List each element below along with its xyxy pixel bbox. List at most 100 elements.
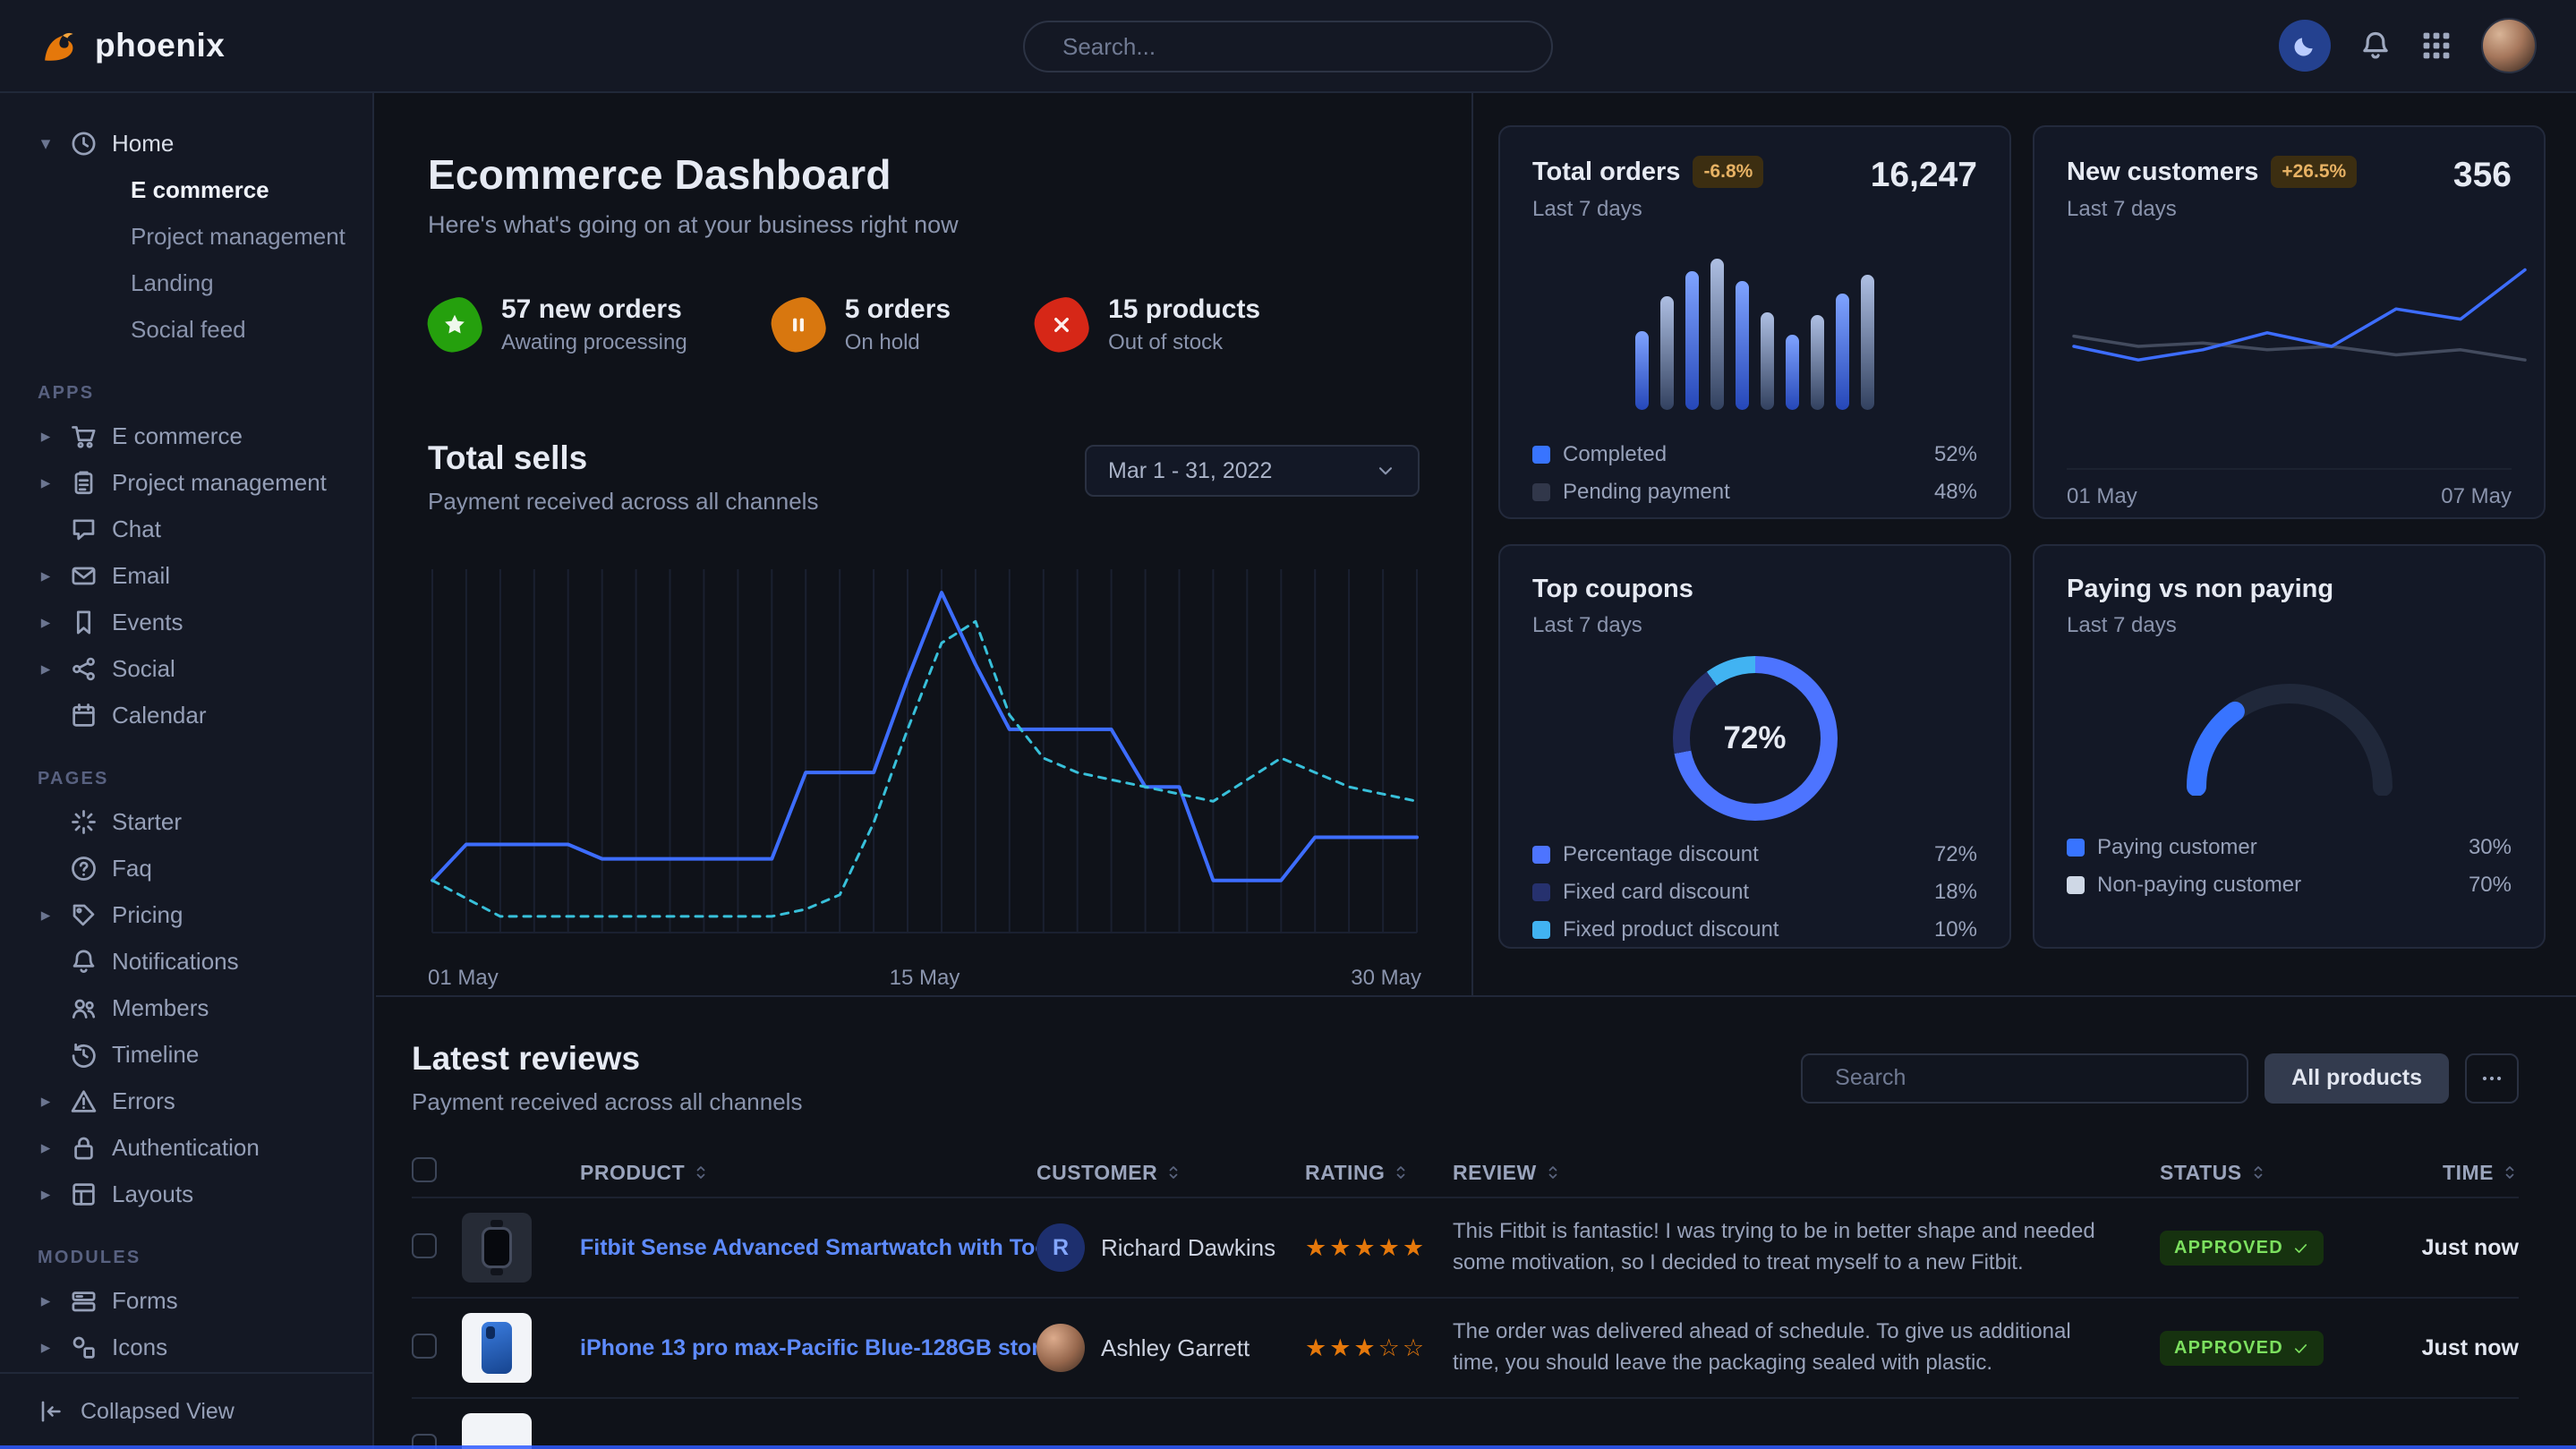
mail-icon xyxy=(70,562,98,590)
stat-awating-processing: 57 new ordersAwating processing xyxy=(428,294,687,355)
top-coupons-period: Last 7 days xyxy=(1532,613,1977,638)
sidebar-subitem-project-management[interactable]: Project management xyxy=(0,213,372,260)
sidebar-item-starter[interactable]: Starter xyxy=(0,798,372,845)
stat-blob xyxy=(424,294,485,355)
check-icon xyxy=(2292,1340,2309,1357)
legend-label: Fixed product discount xyxy=(1563,917,1778,942)
product-link[interactable]: iPhone 13 pro max-Pacific Blue-128GB sto… xyxy=(580,1335,1036,1361)
apps-grid-button[interactable] xyxy=(2420,30,2452,62)
top-coupons-card: Top coupons Last 7 days 72% Percentage d… xyxy=(1498,544,2011,949)
theme-toggle-button[interactable] xyxy=(2279,20,2331,72)
total-orders-period: Last 7 days xyxy=(1532,197,1763,222)
caret-right-icon: ▸ xyxy=(36,1336,55,1359)
page-subtitle: Here's what's going on at your business … xyxy=(428,211,1420,239)
topbar-actions xyxy=(2279,18,2537,73)
caret-right-icon: ▸ xyxy=(36,1137,55,1159)
sidebar-item-events[interactable]: ▸Events xyxy=(0,599,372,645)
sidebar-item-forms[interactable]: ▸Forms xyxy=(0,1277,372,1324)
customer-cell[interactable]: RRichard Dawkins xyxy=(1036,1223,1305,1272)
reviews-table-header: PRODUCTCUSTOMERRATINGREVIEWSTATUS TIME xyxy=(412,1148,2519,1198)
lock-icon xyxy=(70,1134,98,1162)
brand-logo[interactable]: phoenix xyxy=(39,25,225,66)
sidebar-item-faq[interactable]: Faq xyxy=(0,845,372,891)
caret-right-icon: ▸ xyxy=(36,425,55,447)
ellipsis-icon xyxy=(2479,1066,2504,1091)
reviews-search-input[interactable] xyxy=(1835,1065,2227,1091)
sidebar-item-layouts[interactable]: ▸Layouts xyxy=(0,1171,372,1217)
sidebar-item-authentication[interactable]: ▸Authentication xyxy=(0,1124,372,1171)
all-products-button[interactable]: All products xyxy=(2265,1053,2449,1104)
new-customers-value: 356 xyxy=(2453,156,2512,195)
caret-right-icon: ▸ xyxy=(36,1090,55,1112)
sidebar-item-errors[interactable]: ▸Errors xyxy=(0,1078,372,1124)
sidebar-item-project-management[interactable]: ▸Project management xyxy=(0,459,372,506)
column-header-status[interactable]: STATUS xyxy=(2160,1161,2352,1185)
legend-label: Percentage discount xyxy=(1563,842,1759,867)
caret-right-icon: ▸ xyxy=(36,611,55,634)
total-orders-card: Total orders -6.8% Last 7 days 16,247 Co… xyxy=(1498,125,2011,519)
total-orders-title: Total orders xyxy=(1532,158,1680,187)
row-checkbox[interactable] xyxy=(412,1233,437,1258)
sidebar-item-social[interactable]: ▸Social xyxy=(0,645,372,692)
product-thumbnail[interactable] xyxy=(462,1213,532,1283)
chevron-down-icon xyxy=(1375,460,1396,482)
sidebar-item-calendar[interactable]: Calendar xyxy=(0,692,372,738)
order-bar xyxy=(1811,315,1824,410)
legend-label: Paying customer xyxy=(2097,835,2257,860)
sidebar-subitem-social-feed[interactable]: Social feed xyxy=(0,306,372,353)
column-header-product[interactable]: PRODUCT xyxy=(580,1161,1036,1185)
reviews-search[interactable] xyxy=(1801,1053,2248,1104)
sidebar-item-home[interactable]: ▾Home xyxy=(0,120,372,166)
legend-swatch xyxy=(1532,921,1550,939)
notifications-button[interactable] xyxy=(2359,30,2392,62)
product-link[interactable]: Fitbit Sense Advanced Smartwatch with To… xyxy=(580,1235,1036,1261)
chat-icon xyxy=(70,516,98,543)
stat-value: 57 new orders xyxy=(501,294,687,325)
date-range-select[interactable]: Mar 1 - 31, 2022 xyxy=(1085,445,1420,497)
legend-swatch xyxy=(2067,876,2085,894)
product-thumbnail[interactable] xyxy=(462,1413,532,1449)
reviews-table-body: Fitbit Sense Advanced Smartwatch with To… xyxy=(412,1198,2519,1449)
x-axis-label: 01 May xyxy=(428,966,499,991)
sidebar-item-members[interactable]: Members xyxy=(0,984,372,1031)
column-header-rating[interactable]: RATING xyxy=(1305,1161,1453,1185)
sidebar-section-label: PAGES xyxy=(38,769,372,789)
legend-label: Completed xyxy=(1563,442,1667,467)
stat-blob xyxy=(768,294,829,355)
sidebar-item-chat[interactable]: Chat xyxy=(0,506,372,552)
global-search[interactable] xyxy=(1023,21,1553,72)
sidebar-item-notifications[interactable]: Notifications xyxy=(0,938,372,984)
latest-reviews-title: Latest reviews xyxy=(412,1040,802,1078)
column-header-review[interactable]: REVIEW xyxy=(1453,1161,2160,1185)
legend-value: 30% xyxy=(2469,835,2512,860)
collapsed-view-toggle[interactable]: Collapsed View xyxy=(0,1372,372,1449)
total-sells-chart: 01 May15 May30 May xyxy=(428,564,1420,1002)
sidebar-item-e-commerce[interactable]: ▸E commerce xyxy=(0,413,372,459)
customer-cell[interactable]: AAshley Garrett xyxy=(1036,1324,1305,1372)
sidebar-subitem-e-commerce[interactable]: E commerce xyxy=(0,166,372,213)
table-row-partial xyxy=(412,1399,2519,1449)
sidebar-item-email[interactable]: ▸Email xyxy=(0,552,372,599)
column-header-time[interactable]: TIME xyxy=(2443,1161,2519,1185)
select-all-checkbox[interactable] xyxy=(412,1157,437,1182)
check-icon xyxy=(2292,1240,2309,1257)
sidebar-item-pricing[interactable]: ▸Pricing xyxy=(0,891,372,938)
sidebar-item-timeline[interactable]: Timeline xyxy=(0,1031,372,1078)
total-sells-x-axis: 01 May15 May30 May xyxy=(428,966,1421,1002)
phoenix-logo-icon xyxy=(39,25,81,66)
stat-blob xyxy=(1031,294,1092,355)
column-header-customer[interactable]: CUSTOMER xyxy=(1036,1161,1305,1185)
reviews-controls: All products xyxy=(1801,1053,2519,1104)
global-search-input[interactable] xyxy=(1062,33,1528,61)
review-time: Just now xyxy=(2422,1235,2519,1261)
orders-bar-chart xyxy=(1532,252,1977,410)
legend-item-completed: Completed52% xyxy=(1532,442,1977,467)
more-options-button[interactable] xyxy=(2465,1053,2519,1104)
sidebar-subitem-landing[interactable]: Landing xyxy=(0,260,372,306)
row-checkbox[interactable] xyxy=(412,1334,437,1359)
product-thumbnail[interactable] xyxy=(462,1313,532,1383)
customer-avatar: R xyxy=(1036,1223,1085,1272)
sidebar-item-icons[interactable]: ▸Icons xyxy=(0,1324,372,1370)
bottom-scroll-strip[interactable] xyxy=(0,1445,2576,1449)
user-avatar[interactable] xyxy=(2481,18,2537,73)
